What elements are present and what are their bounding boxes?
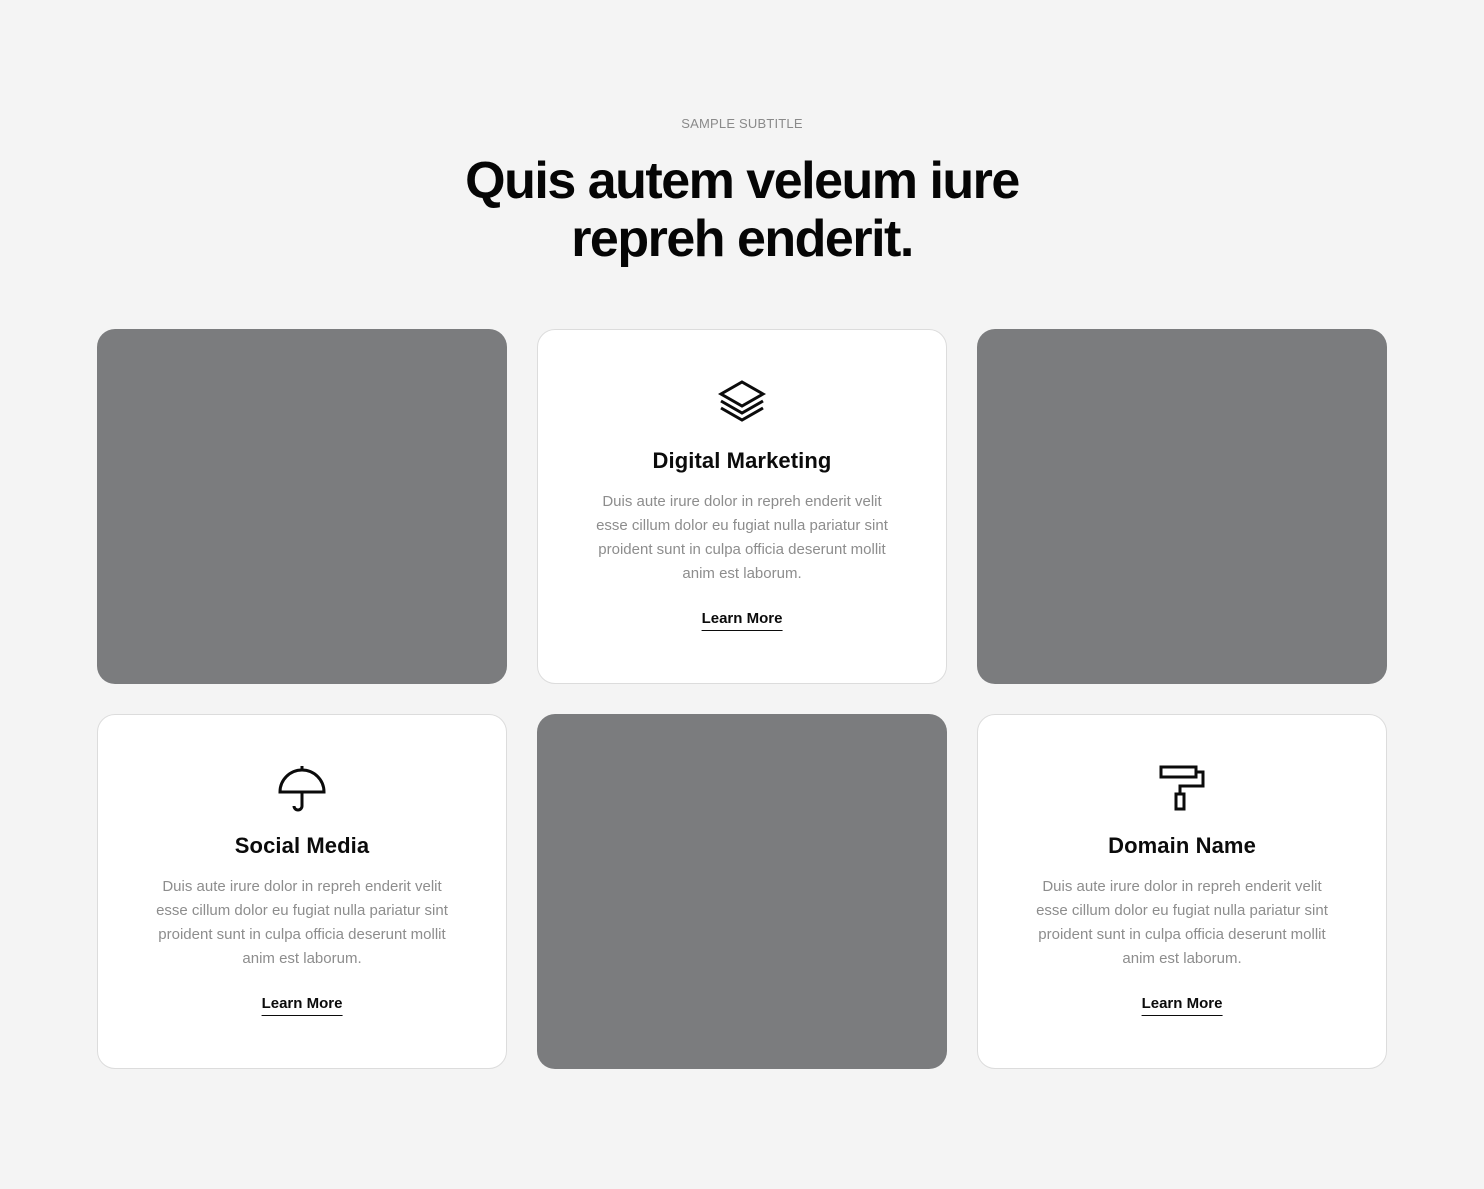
paint-roller-icon [978,763,1386,813]
section-title-line-1: Quis autem veleum iure [465,152,1020,210]
learn-more-link[interactable]: Learn More [261,995,343,1016]
card-description: Duis aute irure dolor in repreh enderit … [596,493,888,582]
service-card-social-media: Social Media Duis aute irure dolor in re… [97,714,507,1069]
section-title-line-2: repreh enderit. [571,210,914,268]
learn-more-link[interactable]: Learn More [701,610,783,631]
image-placeholder-1 [97,329,507,684]
card-description: Duis aute irure dolor in repreh enderit … [1036,878,1328,967]
layers-icon [538,378,946,428]
umbrella-icon [98,763,506,813]
section-title: Quis autem veleum iure repreh enderit. [0,152,1484,268]
card-title: Domain Name [1108,833,1256,858]
service-card-digital-marketing: Digital Marketing Duis aute irure dolor … [537,329,947,684]
learn-more-link[interactable]: Learn More [1141,995,1223,1016]
image-placeholder-3 [537,714,947,1069]
image-placeholder-2 [977,329,1387,684]
card-title: Digital Marketing [652,448,832,473]
card-description: Duis aute irure dolor in repreh enderit … [156,878,448,967]
service-card-domain-name: Domain Name Duis aute irure dolor in rep… [977,714,1387,1069]
services-section: SAMPLE SUBTITLE Quis autem veleum iure r… [0,0,1484,1189]
card-title: Social Media [234,833,370,858]
section-subtitle: SAMPLE SUBTITLE [681,116,803,131]
